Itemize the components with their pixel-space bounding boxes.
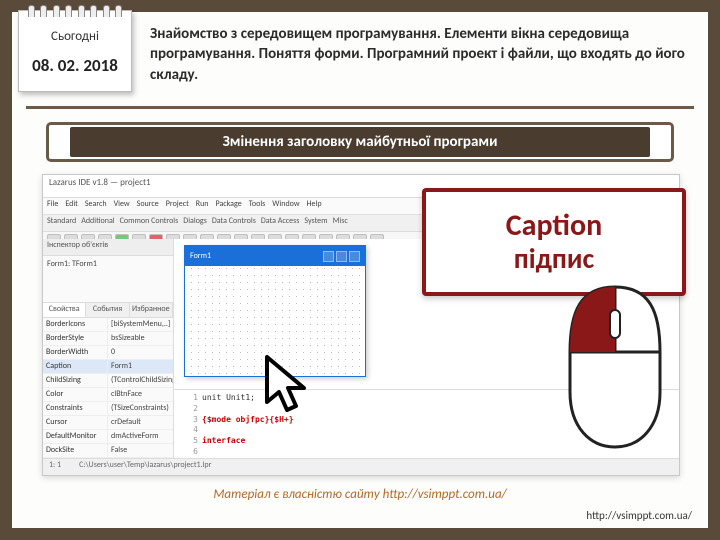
max-icon[interactable] bbox=[336, 251, 347, 262]
property-value[interactable]: 0 bbox=[108, 346, 173, 359]
menu-item[interactable]: File bbox=[47, 199, 58, 213]
property-row[interactable]: BorderWidth0 bbox=[43, 346, 173, 360]
menu-item[interactable]: Edit bbox=[65, 199, 78, 213]
menu-item[interactable]: Run bbox=[196, 199, 209, 213]
min-icon[interactable] bbox=[323, 251, 334, 262]
property-row[interactable]: BorderIcons[biSystemMenu,..] bbox=[43, 318, 173, 332]
property-value[interactable]: clBtnFace bbox=[108, 388, 173, 401]
property-name: ChildSizing bbox=[43, 374, 108, 387]
property-name: Caption bbox=[43, 360, 108, 373]
property-value[interactable]: Form1 bbox=[108, 360, 173, 373]
property-name: Cursor bbox=[43, 416, 108, 429]
subtitle-bar: Змінення заголовку майбутньої програми bbox=[46, 122, 674, 162]
property-name: Constraints bbox=[43, 402, 108, 415]
property-value[interactable]: [biSystemMenu,..] bbox=[108, 318, 173, 331]
object-inspector: Інспектор об'єктів Form1: TForm1 Свойств… bbox=[43, 239, 174, 461]
menu-item[interactable]: Help bbox=[307, 199, 322, 213]
property-name: DockSite bbox=[43, 444, 108, 457]
callout-line1: Caption bbox=[506, 211, 602, 241]
menu-item[interactable]: Source bbox=[137, 199, 159, 213]
property-row[interactable]: CursorcrDefault bbox=[43, 416, 173, 430]
date-value: 08. 02. 2018 bbox=[19, 55, 131, 76]
tab-properties[interactable]: Свойства bbox=[43, 303, 86, 317]
property-value[interactable]: crDefault bbox=[108, 416, 173, 429]
palette-tab[interactable]: System bbox=[304, 216, 327, 230]
palette-tab[interactable]: Data Controls bbox=[212, 216, 256, 230]
form-caption: Form1 bbox=[190, 251, 211, 261]
property-row[interactable]: DockSiteFalse bbox=[43, 444, 173, 458]
file-path: C:\Users\user\Temp\lazarus\project1.lpr bbox=[79, 460, 211, 474]
property-row[interactable]: DefaultMonitordmActiveForm bbox=[43, 430, 173, 444]
divider bbox=[26, 106, 694, 109]
footer-owner: Матеріал є власністю сайту http://vsimpp… bbox=[12, 487, 708, 502]
property-value[interactable]: bsSizeable bbox=[108, 332, 173, 345]
date-card: Сьогодні 08. 02. 2018 bbox=[18, 10, 132, 92]
inspector-tabs: Свойства События Избранное bbox=[43, 303, 173, 318]
subtitle-text: Змінення заголовку майбутньої програми bbox=[70, 127, 650, 157]
menu-item[interactable]: Project bbox=[166, 199, 189, 213]
caption-callout: Caption підпис bbox=[422, 188, 686, 296]
property-value[interactable]: (TControlChildSizing) bbox=[108, 374, 173, 387]
palette-tab[interactable]: Dialogs bbox=[183, 216, 207, 230]
footer-url: http://vsimppt.com.ua/ bbox=[586, 509, 692, 522]
property-value[interactable]: dmActiveForm bbox=[108, 430, 173, 443]
ide-statusbar: 1: 1 C:\Users\user\Temp\lazarus\project1… bbox=[43, 458, 679, 475]
property-grid[interactable]: BorderIcons[biSystemMenu,..]BorderStyleb… bbox=[43, 318, 173, 461]
callout-line2: підпис bbox=[514, 245, 594, 273]
tab-favorites[interactable]: Избранное bbox=[130, 303, 173, 317]
cursor-pos: 1: 1 bbox=[49, 460, 61, 474]
property-name: BorderWidth bbox=[43, 346, 108, 359]
menu-item[interactable]: Search bbox=[85, 199, 107, 213]
property-row[interactable]: Constraints(TSizeConstraints) bbox=[43, 402, 173, 416]
property-name: BorderStyle bbox=[43, 332, 108, 345]
palette-tab[interactable]: Common Controls bbox=[120, 216, 179, 230]
property-name: BorderIcons bbox=[43, 318, 108, 331]
property-row[interactable]: ChildSizing(TControlChildSizing) bbox=[43, 374, 173, 388]
palette-tab[interactable]: Data Access bbox=[261, 216, 300, 230]
tab-events[interactable]: События bbox=[86, 303, 129, 317]
property-name: DefaultMonitor bbox=[43, 430, 108, 443]
menu-item[interactable]: Tools bbox=[249, 199, 266, 213]
property-value[interactable]: False bbox=[108, 444, 173, 457]
window-buttons bbox=[323, 251, 360, 262]
property-value[interactable]: (TSizeConstraints) bbox=[108, 402, 173, 415]
slide: Сьогодні 08. 02. 2018 Знайомство з серед… bbox=[0, 0, 720, 540]
palette-tab[interactable]: Additional bbox=[81, 216, 114, 230]
menu-item[interactable]: Window bbox=[272, 199, 299, 213]
tree-node[interactable]: Form1: TForm1 bbox=[47, 259, 97, 269]
spiral-binding bbox=[19, 5, 131, 17]
property-row[interactable]: CaptionForm1 bbox=[43, 360, 173, 374]
close-icon[interactable] bbox=[349, 251, 360, 262]
form-window[interactable]: Form1 bbox=[184, 245, 366, 377]
inspector-title: Інспектор об'єктів bbox=[43, 239, 173, 256]
palette-tab[interactable]: Misc bbox=[333, 216, 348, 230]
mouse-icon bbox=[560, 282, 670, 452]
property-row[interactable]: ColorclBtnFace bbox=[43, 388, 173, 402]
object-tree[interactable]: Form1: TForm1 bbox=[43, 256, 173, 303]
property-row[interactable]: BorderStylebsSizeable bbox=[43, 332, 173, 346]
menu-item[interactable]: Package bbox=[216, 199, 242, 213]
menu-item[interactable]: View bbox=[114, 199, 130, 213]
property-name: Color bbox=[43, 388, 108, 401]
palette-tab[interactable]: Standard bbox=[47, 216, 76, 230]
date-label: Сьогодні bbox=[19, 29, 131, 44]
form-grid[interactable] bbox=[185, 262, 365, 376]
page-title: Знайомство з середовищем програмування. … bbox=[150, 24, 694, 85]
